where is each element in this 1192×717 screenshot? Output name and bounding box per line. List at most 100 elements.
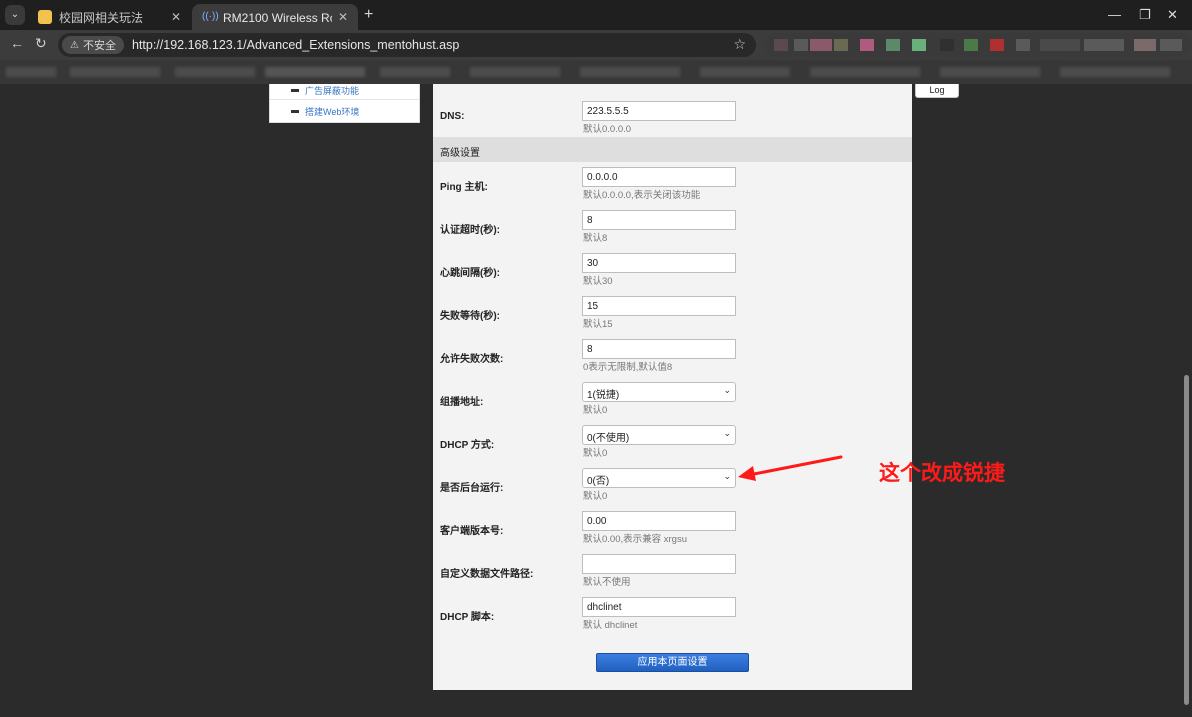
daemon-hint: 默认0 [583, 491, 608, 502]
fail-wait-input[interactable] [582, 296, 736, 316]
chevron-down-icon: ⌄ [723, 385, 731, 395]
bookmark-item[interactable] [70, 67, 160, 77]
bookmark-item[interactable] [700, 67, 790, 77]
dhcp-mode-hint: 默认0 [583, 448, 608, 459]
bullet-icon [291, 88, 299, 92]
bookmark-item[interactable] [470, 67, 560, 77]
auth-timeout-input[interactable] [582, 210, 736, 230]
daemon-selected-value: 0(否) [587, 476, 610, 487]
dhcp-mode-select[interactable]: 0(不使用) ⌄ [582, 425, 736, 445]
bookmark-item[interactable] [6, 67, 56, 77]
extension-icon[interactable] [886, 39, 900, 51]
extension-icon[interactable] [860, 39, 874, 51]
ping-host-input[interactable] [582, 167, 736, 187]
data-path-label: 自定义数据文件路径: [440, 569, 534, 580]
fail-wait-label: 失败等待(秒): [440, 311, 500, 322]
bookmark-item[interactable] [380, 67, 450, 77]
multicast-label: 组播地址: [440, 397, 484, 408]
data-path-hint: 默认不使用 [583, 577, 631, 588]
tab-favicon [38, 10, 52, 24]
dhcp-mode-selected-value: 0(不使用) [587, 433, 630, 444]
extension-icon[interactable] [1084, 39, 1124, 51]
side-menu: 广告屏蔽功能 搭建Web环境 [269, 84, 420, 123]
tab-title: 校园网相关玩法 [59, 10, 144, 25]
sidebar-item-label: 搭建Web环境 [305, 107, 360, 117]
security-indicator[interactable]: ⚠ 不安全 [62, 36, 124, 54]
dhcp-script-label: DHCP 脚本: [440, 612, 495, 623]
heartbeat-label: 心跳间隔(秒): [440, 268, 500, 279]
log-button[interactable]: Log [915, 84, 959, 98]
sidebar-item-label: 广告屏蔽功能 [305, 85, 360, 96]
heartbeat-input[interactable] [582, 253, 736, 273]
dhcp-script-input[interactable] [582, 597, 736, 617]
multicast-selected-value: 1(锐捷) [587, 390, 620, 401]
new-tab-icon[interactable]: + [364, 6, 373, 24]
extension-icon[interactable] [1016, 39, 1030, 51]
bookmarks-bar [0, 60, 1192, 84]
client-version-hint: 默认0.00,表示兼容 xrgsu [583, 534, 687, 545]
bookmark-item[interactable] [580, 67, 680, 77]
extension-icon[interactable] [964, 39, 978, 51]
daemon-label: 是否后台运行: [440, 483, 504, 494]
extension-icon[interactable] [990, 39, 1004, 51]
back-icon[interactable]: ← [10, 35, 24, 51]
tab-search-icon[interactable]: ⌄ [5, 5, 25, 25]
extension-icon[interactable] [1134, 39, 1156, 51]
multicast-hint: 默认0 [583, 405, 608, 416]
scrollbar-thumb[interactable] [1184, 375, 1189, 705]
page-viewport: 广告屏蔽功能 搭建Web环境 Log · · · · · · DNS: 默认0.… [0, 84, 1180, 717]
extension-icon[interactable] [774, 39, 788, 51]
close-window-icon[interactable]: ✕ [1167, 7, 1178, 23]
bookmark-item[interactable] [175, 67, 255, 77]
chevron-down-icon: ⌄ [723, 471, 731, 481]
client-version-label: 客户端版本号: [440, 526, 504, 537]
extension-icon[interactable] [810, 39, 832, 51]
url-text[interactable]: http://192.168.123.1/Advanced_Extensions… [132, 38, 459, 52]
close-tab-icon[interactable]: ✕ [171, 10, 181, 24]
extension-icon[interactable] [1160, 39, 1182, 51]
extension-icon[interactable] [794, 39, 808, 51]
heartbeat-hint: 默认30 [583, 276, 613, 287]
close-tab-icon[interactable]: ✕ [338, 10, 348, 24]
annotation-arrow-icon [738, 455, 843, 481]
client-version-input[interactable] [582, 511, 736, 531]
bullet-icon [291, 110, 299, 113]
daemon-select[interactable]: 0(否) ⌄ [582, 468, 736, 488]
dns-input[interactable] [582, 101, 736, 121]
section-advanced-settings: 高级设置 [433, 137, 912, 162]
restore-icon[interactable]: ❐ [1139, 7, 1151, 23]
security-label: 不安全 [82, 40, 116, 52]
ping-host-label: Ping 主机: [440, 182, 488, 193]
bookmark-item[interactable] [940, 67, 1040, 77]
dhcp-mode-label: DHCP 方式: [440, 440, 495, 451]
chevron-down-icon: ⌄ [723, 428, 731, 438]
tab-router-settings[interactable]: ((·)) RM2100 Wireless Router - 扩 ✕ [192, 4, 358, 30]
bookmark-item[interactable] [265, 67, 365, 77]
minimize-icon[interactable]: — [1108, 7, 1121, 22]
bookmark-item[interactable] [1060, 67, 1170, 77]
warning-icon: ⚠ [70, 39, 79, 51]
dhcp-script-hint: 默认 dhclinet [583, 620, 638, 631]
apply-settings-button[interactable]: 应用本页面设置 [596, 653, 749, 672]
tab-strip: ⌄ 校园网相关玩法 ✕ ((·)) RM2100 Wireless Router… [0, 0, 1192, 30]
annotation-text: 这个改成锐捷 [879, 461, 1005, 485]
data-path-input[interactable] [582, 554, 736, 574]
max-fail-input[interactable] [582, 339, 736, 359]
sidebar-item-web-server[interactable]: 搭建Web环境 [270, 102, 419, 121]
tab-title: RM2100 Wireless Router - 扩 [223, 10, 332, 25]
multicast-select[interactable]: 1(锐捷) ⌄ [582, 382, 736, 402]
address-bar[interactable]: ⚠ 不安全 http://192.168.123.1/Advanced_Exte… [58, 33, 756, 57]
max-fail-label: 允许失败次数: [440, 354, 504, 365]
extension-icon[interactable] [1040, 39, 1080, 51]
settings-panel: · · · · · · DNS: 默认0.0.0.0 高级设置 Ping 主机:… [433, 84, 912, 690]
extension-icon[interactable] [940, 39, 954, 51]
sidebar-item-ad-block[interactable]: 广告屏蔽功能 [270, 84, 419, 100]
bookmark-star-icon[interactable]: ☆ [733, 36, 746, 53]
tab-campus-network[interactable]: 校园网相关玩法 ✕ [28, 4, 191, 30]
browser-toolbar: ← ↻ ⚠ 不安全 http://192.168.123.1/Advanced_… [0, 30, 1192, 60]
extension-icon[interactable] [912, 39, 926, 51]
extension-icon[interactable] [834, 39, 848, 51]
reload-icon[interactable]: ↻ [35, 35, 47, 52]
bookmark-item[interactable] [810, 67, 920, 77]
max-fail-hint: 0表示无限制,默认值8 [583, 362, 673, 373]
